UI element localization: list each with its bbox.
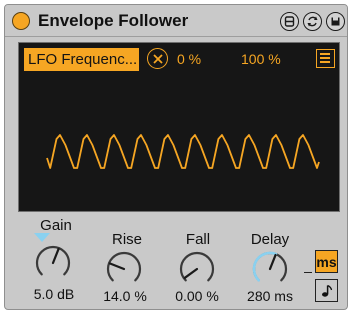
range-max-value[interactable]: 100 % xyxy=(241,51,281,67)
device-power-button[interactable] xyxy=(12,12,30,30)
save-preset-button[interactable] xyxy=(326,12,345,31)
fall-knob[interactable] xyxy=(177,249,217,289)
envelope-follower-device: Envelope Follower LFO Frequenc... 0 % 10… xyxy=(4,4,348,310)
delay-value: 280 ms xyxy=(247,288,293,304)
map-icon xyxy=(284,16,295,27)
gain-knob[interactable] xyxy=(33,243,73,283)
swap-icon xyxy=(307,16,318,27)
menu-icon xyxy=(320,53,330,55)
delay-label: Delay xyxy=(250,231,290,248)
delay-mode-dash xyxy=(304,272,312,274)
hot-swap-button[interactable] xyxy=(303,12,322,31)
range-min-value[interactable]: 0 % xyxy=(177,51,201,67)
delay-ms-button[interactable]: ms xyxy=(315,250,338,273)
fall-value: 0.00 % xyxy=(175,288,219,304)
title-bar: Envelope Follower xyxy=(5,5,347,37)
map-button[interactable] xyxy=(280,12,299,31)
save-icon xyxy=(331,17,340,26)
rise-value: 14.0 % xyxy=(103,288,147,304)
rise-label: Rise xyxy=(111,231,142,248)
device-title: Envelope Follower xyxy=(38,11,189,30)
clear-mapping-button[interactable] xyxy=(147,48,168,69)
fall-label: Fall xyxy=(185,231,211,248)
rise-knob[interactable] xyxy=(104,249,144,289)
delay-sync-button[interactable] xyxy=(315,279,338,302)
waveform-display: LFO Frequenc... 0 % 100 % xyxy=(18,42,340,212)
gain-value: 5.0 dB xyxy=(33,286,75,302)
close-icon xyxy=(152,53,163,64)
mapping-target-chip[interactable]: LFO Frequenc... xyxy=(24,48,139,71)
display-menu-button[interactable] xyxy=(316,49,335,68)
delay-knob[interactable] xyxy=(250,249,290,289)
gain-label: Gain xyxy=(40,217,72,234)
note-icon xyxy=(321,284,332,297)
